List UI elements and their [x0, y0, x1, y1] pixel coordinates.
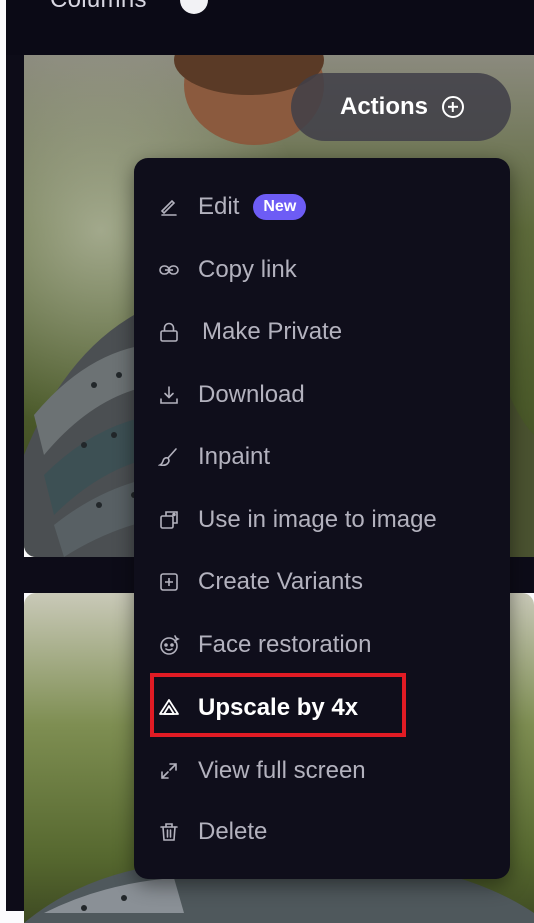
menu-item-label: Create Variants [198, 568, 363, 595]
columns-toggle[interactable] [180, 0, 208, 14]
link-icon [158, 259, 180, 281]
menu-item-copy-link[interactable]: Copy link [158, 244, 498, 296]
menu-item-label: Use in image to image [198, 506, 437, 533]
menu-item-label: Download [198, 381, 305, 408]
actions-button[interactable]: Actions [291, 73, 511, 141]
actions-menu: Edit New Copy link Make Private Download… [134, 158, 510, 879]
face-restore-icon [158, 634, 180, 656]
plus-circle-icon [442, 96, 464, 118]
download-icon [158, 384, 180, 406]
menu-item-label: Make Private [202, 318, 343, 345]
menu-item-image-to-image[interactable]: Use in image to image [158, 494, 498, 546]
menu-item-make-private[interactable]: Make Private [158, 306, 498, 358]
lock-icon [158, 321, 180, 343]
menu-item-create-variants[interactable]: Create Variants [158, 556, 498, 608]
highlight-annotation-box [150, 673, 406, 737]
plus-square-icon [158, 571, 180, 593]
columns-label: Columns [50, 0, 147, 14]
menu-item-inpaint[interactable]: Inpaint [158, 431, 498, 483]
menu-item-label: Inpaint [198, 443, 271, 470]
menu-item-edit[interactable]: Edit New [158, 181, 498, 233]
menu-item-download[interactable]: Download [158, 369, 498, 421]
menu-item-view-full-screen[interactable]: View full screen [158, 745, 498, 797]
expand-icon [158, 760, 180, 782]
trash-icon [158, 821, 180, 843]
menu-item-face-restoration[interactable]: Face restoration [158, 619, 498, 671]
left-gutter [6, 55, 24, 911]
menu-item-delete[interactable]: Delete [158, 806, 498, 858]
pencil-icon [158, 196, 180, 218]
image-to-image-icon [158, 509, 180, 531]
actions-label: Actions [339, 93, 428, 120]
brush-icon [158, 446, 180, 468]
new-badge: New [253, 194, 307, 220]
top-bar: Columns [6, 0, 534, 55]
menu-item-label: View full screen [198, 757, 366, 784]
menu-item-label: Edit [198, 193, 240, 220]
menu-item-label: Delete [198, 818, 268, 845]
menu-item-label: Face restoration [198, 631, 372, 658]
menu-item-label: Copy link [198, 256, 297, 283]
